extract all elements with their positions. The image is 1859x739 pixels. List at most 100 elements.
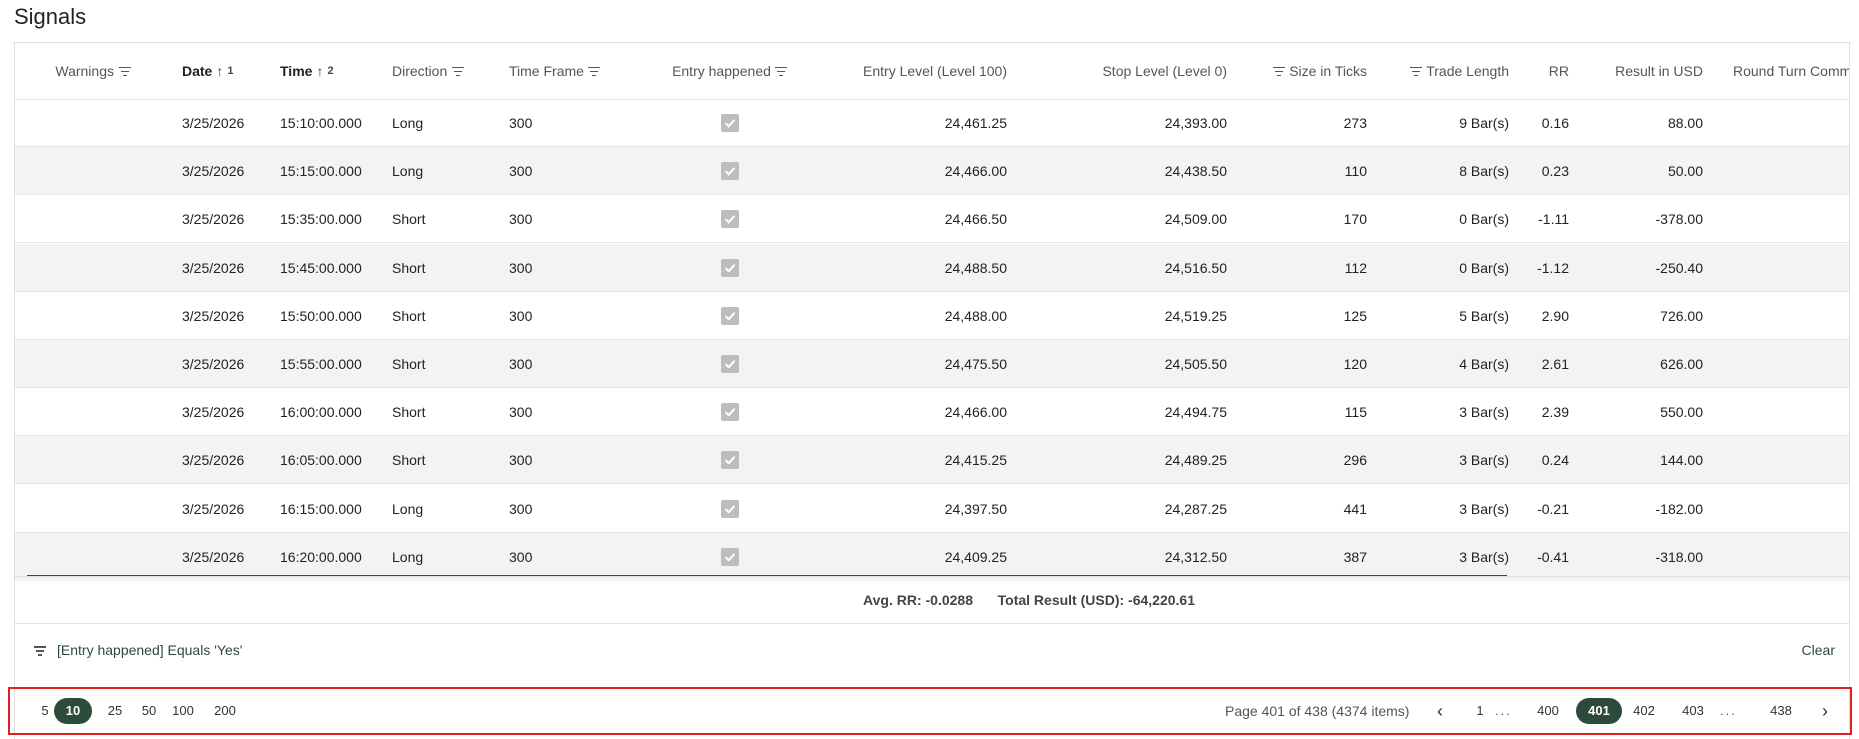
column-header-stop-level[interactable]: Stop Level (Level 0) [1055, 43, 1227, 99]
cell-time: 16:20:00.000 [280, 548, 362, 565]
cell-date: 3/25/2026 [182, 404, 245, 421]
cell-date: 3/25/2026 [182, 307, 245, 324]
cell-rr: 2.90 [1541, 307, 1569, 324]
table-row[interactable]: 3/25/2026 16:15:00.000 Long 300 24,397.50 24,… [15, 485, 1849, 533]
cell-trade-length: 3 Bar(s) [1459, 452, 1509, 469]
filter-panel: [Entry happened] Equals 'Yes' Clear [15, 625, 1849, 675]
column-header-entry-level[interactable]: Entry Level (Level 100) [835, 43, 1007, 99]
entry-happened-checkbox[interactable] [721, 162, 739, 181]
table-row[interactable]: 3/25/2026 15:55:00.000 Short 300 24,475.50 24… [15, 340, 1849, 388]
filter-icon[interactable] [1272, 66, 1285, 77]
filter-icon[interactable] [33, 645, 46, 656]
page-number-button[interactable]: 438 [1764, 698, 1798, 724]
page-size-option[interactable]: 100 [166, 698, 200, 724]
page-ellipsis: ... [1495, 703, 1512, 718]
column-header-trade-length[interactable]: Trade Length [1385, 43, 1509, 99]
column-header-size-in-ticks[interactable]: Size in Ticks [1245, 43, 1367, 99]
table-row[interactable]: 3/25/2026 15:15:00.000 Long 300 24,466.00 24,… [15, 147, 1849, 196]
page-number-button[interactable]: 401 [1576, 698, 1622, 724]
total-result: Total Result (USD): -64,220.61 [997, 592, 1195, 608]
entry-happened-checkbox[interactable] [721, 355, 739, 373]
cell-time-frame: 300 [509, 115, 533, 131]
cell-trade-length: 3 Bar(s) [1459, 548, 1509, 565]
cell-entry-level: 24,466.00 [944, 163, 1007, 180]
entry-happened-checkbox[interactable] [721, 403, 739, 422]
column-header-time-frame[interactable]: Time Frame [509, 43, 601, 99]
filter-icon[interactable] [1409, 66, 1422, 77]
column-header-rr[interactable]: RR [1525, 43, 1569, 99]
cell-direction: Short [392, 452, 426, 469]
filter-icon[interactable] [588, 66, 601, 77]
cell-time-frame: 300 [509, 500, 533, 517]
cell-result-usd: 88.00 [1667, 115, 1703, 131]
cell-time: 16:05:00.000 [280, 452, 362, 469]
column-header-warnings[interactable]: Warnings [45, 43, 131, 99]
table-row[interactable]: 3/25/2026 15:45:00.000 Short 300 24,488.50 24… [15, 243, 1849, 292]
page-size-option[interactable]: 25 [98, 698, 132, 724]
entry-happened-checkbox[interactable] [721, 114, 739, 132]
table-row[interactable]: 3/25/2026 16:00:00.000 Short 300 24,466.00 24… [15, 388, 1849, 437]
filter-icon[interactable] [451, 66, 464, 77]
cell-time: 15:55:00.000 [280, 356, 362, 372]
cell-size-in-ticks: 112 [1344, 259, 1367, 276]
cell-size-in-ticks: 115 [1344, 404, 1367, 421]
table-row[interactable]: 3/25/2026 16:20:00.000 Long 300 24,409.25 24,… [15, 532, 1849, 581]
cell-size-in-ticks: 170 [1343, 211, 1367, 228]
cell-entry-level: 24,488.00 [944, 307, 1007, 324]
cell-result-usd: 144.00 [1660, 452, 1703, 469]
page-size-option[interactable]: 50 [132, 698, 166, 724]
column-header-result-usd[interactable]: Result in USD [1595, 43, 1703, 99]
cell-result-usd: 50.00 [1667, 163, 1703, 180]
cell-date: 3/25/2026 [182, 356, 245, 372]
entry-happened-checkbox[interactable] [721, 451, 739, 470]
column-header-entry-happened[interactable]: Entry happened [655, 43, 805, 99]
entry-happened-checkbox[interactable] [721, 210, 739, 229]
entry-happened-checkbox[interactable] [721, 258, 739, 277]
page-size-option[interactable]: 200 [208, 698, 242, 724]
header-label: Direction [392, 63, 448, 79]
entry-happened-checkbox[interactable] [721, 499, 739, 518]
cell-entry-level: 24,397.50 [944, 500, 1007, 517]
cell-date: 3/25/2026 [182, 500, 245, 517]
page-number-button[interactable]: 403 [1676, 698, 1710, 724]
cell-direction: Short [392, 211, 426, 228]
column-header-direction[interactable]: Direction [392, 43, 464, 99]
column-header-round-turn[interactable]: Round Turn Comm [1733, 43, 1849, 99]
cell-result-usd: 726.00 [1660, 307, 1703, 324]
sort-ascending-icon: ↑ [216, 63, 224, 79]
page-size-option[interactable]: 10 [54, 698, 92, 724]
table-row[interactable]: 3/25/2026 15:50:00.000 Short 300 24,488.00 24… [15, 292, 1849, 340]
table-row[interactable]: 3/25/2026 16:05:00.000 Short 300 24,415.25 24… [15, 436, 1849, 485]
page-number-button[interactable]: 402 [1627, 698, 1661, 724]
cell-result-usd: 550.00 [1660, 404, 1703, 421]
table-row[interactable]: 3/25/2026 15:10:00.000 Long 300 24,461.25 24,… [15, 99, 1849, 147]
clear-filter-button[interactable]: Clear [1802, 625, 1835, 675]
header-label: RR [1548, 63, 1569, 79]
entry-happened-checkbox[interactable] [721, 306, 739, 325]
cell-entry-level: 24,409.25 [944, 548, 1007, 565]
header-label: Time Frame [509, 63, 584, 79]
cell-direction: Short [392, 356, 426, 372]
table-row[interactable]: 3/25/2026 15:35:00.000 Short 300 24,466.50 24… [15, 195, 1849, 244]
cell-entry-level: 24,475.50 [944, 356, 1007, 372]
filter-icon[interactable] [118, 66, 131, 77]
sort-ascending-icon: ↑ [316, 63, 324, 79]
header-label: Warnings [55, 63, 114, 79]
cell-date: 3/25/2026 [182, 259, 245, 276]
prev-page-button[interactable]: ‹ [1430, 698, 1450, 724]
page-number-button[interactable]: 400 [1531, 698, 1565, 724]
column-header-date[interactable]: Date ↑ 1 [182, 43, 233, 99]
cell-result-usd: -318.00 [1655, 548, 1703, 565]
filter-expression[interactable]: [Entry happened] Equals 'Yes' [57, 625, 242, 675]
cell-stop-level: 24,509.00 [1164, 211, 1227, 228]
entry-happened-checkbox[interactable] [721, 547, 739, 566]
cell-stop-level: 24,312.50 [1164, 548, 1227, 565]
header-label: Entry happened [672, 63, 771, 79]
filter-icon[interactable] [775, 66, 788, 77]
cell-entry-level: 24,466.50 [944, 211, 1007, 228]
cell-size-in-ticks: 125 [1343, 307, 1367, 324]
next-page-button[interactable]: › [1815, 698, 1835, 724]
column-header-time[interactable]: Time ↑ 2 [280, 43, 334, 99]
header-label: Time [280, 63, 313, 79]
page-number-button[interactable]: 1 [1463, 698, 1497, 724]
